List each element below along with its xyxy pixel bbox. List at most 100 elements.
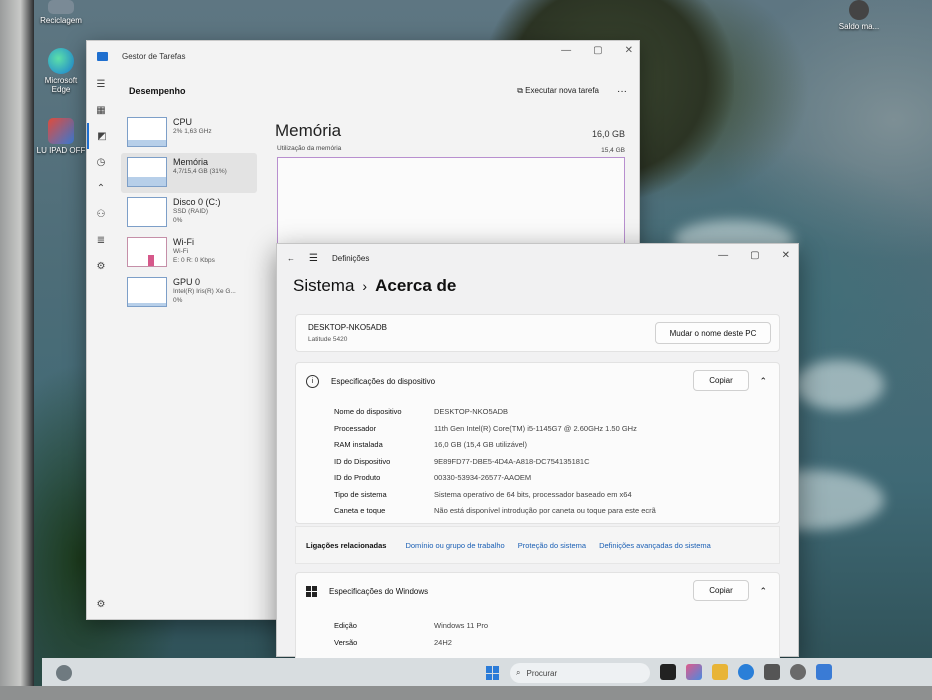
- windows-specs-card: Especificações do Windows Copiar ⌃ Ediçã…: [295, 572, 780, 662]
- app-icon: [849, 0, 869, 20]
- close-button[interactable]: ✕: [625, 45, 633, 56]
- task-manager-taskbar-icon[interactable]: [816, 664, 832, 680]
- resource-name: Memória: [173, 157, 209, 167]
- hamburger-icon[interactable]: ☰: [87, 71, 115, 97]
- windows-logo-icon: [306, 585, 317, 597]
- settings-gear-icon[interactable]: ⚙: [87, 591, 115, 617]
- startup-icon[interactable]: ⌃: [87, 175, 115, 201]
- spec-row: Caneta e toque Não está disponível introd…: [334, 506, 656, 523]
- task-view-icon[interactable]: [660, 664, 676, 680]
- spec-value: 9E89FD77-DBE5-4D4A-A818-DC754135181C: [434, 456, 590, 466]
- resource-item-memory[interactable]: Memória 4,7/15,4 GB (31%): [121, 153, 257, 193]
- memory-usage-label: Utilização da memória: [277, 145, 342, 152]
- performance-header: Desempenho ⧉ Executar nova tarefa ···: [121, 71, 639, 111]
- users-icon[interactable]: ⚇: [87, 201, 115, 227]
- spec-key: ID do Produto: [334, 473, 381, 482]
- spec-row: ID do Dispositivo 9E89FD77-DBE5-4D4A-A818…: [334, 457, 656, 474]
- resource-item-disk[interactable]: Disco 0 (C:) SSD (RAID) 0%: [121, 193, 257, 233]
- back-arrow-icon[interactable]: ←: [287, 254, 295, 263]
- copy-windows-specs-button[interactable]: Copiar: [693, 580, 749, 601]
- resource-sub: 4,7/15,4 GB (31%): [173, 168, 227, 175]
- edge-taskbar-icon[interactable]: [738, 664, 754, 680]
- history-icon[interactable]: ◷: [87, 149, 115, 175]
- chevron-up-icon[interactable]: ⌃: [759, 586, 767, 597]
- resource-item-wifi[interactable]: Wi-Fi Wi-Fi E: 0 R: 0 Kbps: [121, 233, 257, 273]
- spec-value: Sistema operativo de 64 bits, processado…: [434, 489, 632, 499]
- spec-row: Nome do dispositivo DESKTOP-NKO5ADB: [334, 407, 656, 424]
- spec-value: Não está disponível introdução por canet…: [434, 506, 656, 515]
- related-links: Ligações relacionadas Domínio ou grupo d…: [295, 526, 780, 564]
- maximize-button[interactable]: ▢: [750, 250, 759, 261]
- services-icon[interactable]: ⚙: [87, 253, 115, 279]
- desktop-icon-corner[interactable]: Saldo ma...: [834, 0, 884, 31]
- task-manager-title: Gestor de Tarefas: [122, 51, 186, 61]
- pc-model: Latitude 5420: [308, 336, 348, 343]
- copilot-icon[interactable]: [686, 664, 702, 680]
- resource-sub2: 0%: [173, 297, 183, 304]
- resource-sub: Intel(R) Iris(R) Xe G...: [173, 288, 236, 295]
- resource-item-gpu[interactable]: GPU 0 Intel(R) Iris(R) Xe G... 0%: [121, 273, 257, 313]
- resource-item-cpu[interactable]: CPU 2% 1,63 GHz: [121, 113, 257, 153]
- pc-name: DESKTOP-NKO5ADB: [308, 323, 387, 332]
- maximize-button[interactable]: ▢: [593, 45, 602, 56]
- start-button[interactable]: [486, 666, 500, 680]
- close-button[interactable]: ✕: [782, 250, 790, 261]
- device-specs-list: Nome do dispositivo DESKTOP-NKO5ADB Proce…: [334, 407, 656, 523]
- chevron-up-icon[interactable]: ⌃: [759, 376, 767, 387]
- spec-key: Nome do dispositivo: [334, 407, 402, 416]
- settings-app-title: Definições: [331, 253, 370, 263]
- breadcrumb-current: Acerca de: [375, 276, 457, 295]
- minimize-button[interactable]: —: [561, 45, 571, 56]
- desktop-icon-lu-ipad[interactable]: LU IPAD OFF: [36, 118, 86, 155]
- resource-sub2: E: 0 R: 0 Kbps: [173, 257, 215, 264]
- store-icon[interactable]: [764, 664, 780, 680]
- more-options-button[interactable]: ···: [617, 86, 627, 97]
- weather-icon[interactable]: [56, 665, 72, 681]
- taskbar-search[interactable]: ⌕ Procurar: [510, 663, 650, 683]
- desktop-icon-edge[interactable]: Microsoft Edge: [36, 48, 86, 94]
- minimize-button[interactable]: —: [718, 250, 728, 261]
- link-advanced-settings[interactable]: Definições avançadas do sistema: [599, 541, 711, 550]
- windows-specs-header[interactable]: Especificações do Windows Copiar ⌃: [306, 573, 779, 609]
- windows-specs-title: Especificações do Windows: [329, 586, 429, 596]
- spec-value: Windows 11 Pro: [434, 621, 489, 630]
- laptop-bezel-bottom: [0, 686, 932, 700]
- details-icon[interactable]: ≣: [87, 227, 115, 253]
- cpu-sparkline: [127, 117, 167, 147]
- breadcrumb-sistema[interactable]: Sistema: [293, 276, 354, 295]
- wifi-sparkline: [127, 237, 167, 267]
- link-domain-workgroup[interactable]: Domínio ou grupo de trabalho: [405, 541, 504, 550]
- spec-row: ID do Produto 00330-53934-26577-AAOEM: [334, 473, 656, 490]
- edge-icon: [48, 48, 74, 74]
- copy-device-specs-button[interactable]: Copiar: [693, 370, 749, 391]
- hamburger-icon[interactable]: ☰: [309, 253, 318, 264]
- spec-row: RAM instalada 16,0 GB (15,4 GB utilizável…: [334, 440, 656, 457]
- resource-sub: SSD (RAID): [173, 208, 209, 215]
- performance-icon[interactable]: ◩: [87, 123, 115, 149]
- spec-key: Versão: [334, 637, 358, 647]
- resource-name: Disco 0 (C:): [173, 197, 221, 207]
- settings-taskbar-icon[interactable]: [790, 664, 806, 680]
- breadcrumb-separator: ›: [362, 278, 368, 294]
- laptop-bezel: [0, 0, 34, 700]
- device-specs-header[interactable]: i Especificações do dispositivo Copiar ⌃: [306, 363, 779, 399]
- device-specs-card: i Especificações do dispositivo Copiar ⌃…: [295, 362, 780, 524]
- gpu-sparkline: [127, 277, 167, 307]
- link-system-protection[interactable]: Proteção do sistema: [518, 541, 586, 550]
- desktop-icon-recycle-bin[interactable]: Reciclagem: [36, 0, 86, 25]
- resource-name: Wi-Fi: [173, 237, 194, 247]
- processes-icon[interactable]: ▦: [87, 97, 115, 123]
- spec-row: Tipo de sistema Sistema operativo de 64 b…: [334, 490, 656, 507]
- memory-usage-value: 15,4 GB: [601, 147, 625, 154]
- windows-specs-list: Edição Windows 11 Pro Versão 24H2: [334, 621, 488, 654]
- taskbar: ⌕ Procurar: [42, 658, 932, 688]
- rename-pc-button[interactable]: Mudar o nome deste PC: [655, 322, 771, 344]
- task-manager-icon: [97, 51, 108, 61]
- spec-key: Tipo de sistema: [334, 489, 387, 499]
- spec-key: Processador: [334, 423, 377, 433]
- file-explorer-icon[interactable]: [712, 664, 728, 680]
- run-new-task-button[interactable]: ⧉ Executar nova tarefa: [517, 86, 599, 96]
- spec-row: Versão 24H2: [334, 638, 488, 655]
- spec-value: 00330-53934-26577-AAOEM: [434, 473, 532, 482]
- disk-sparkline: [127, 197, 167, 227]
